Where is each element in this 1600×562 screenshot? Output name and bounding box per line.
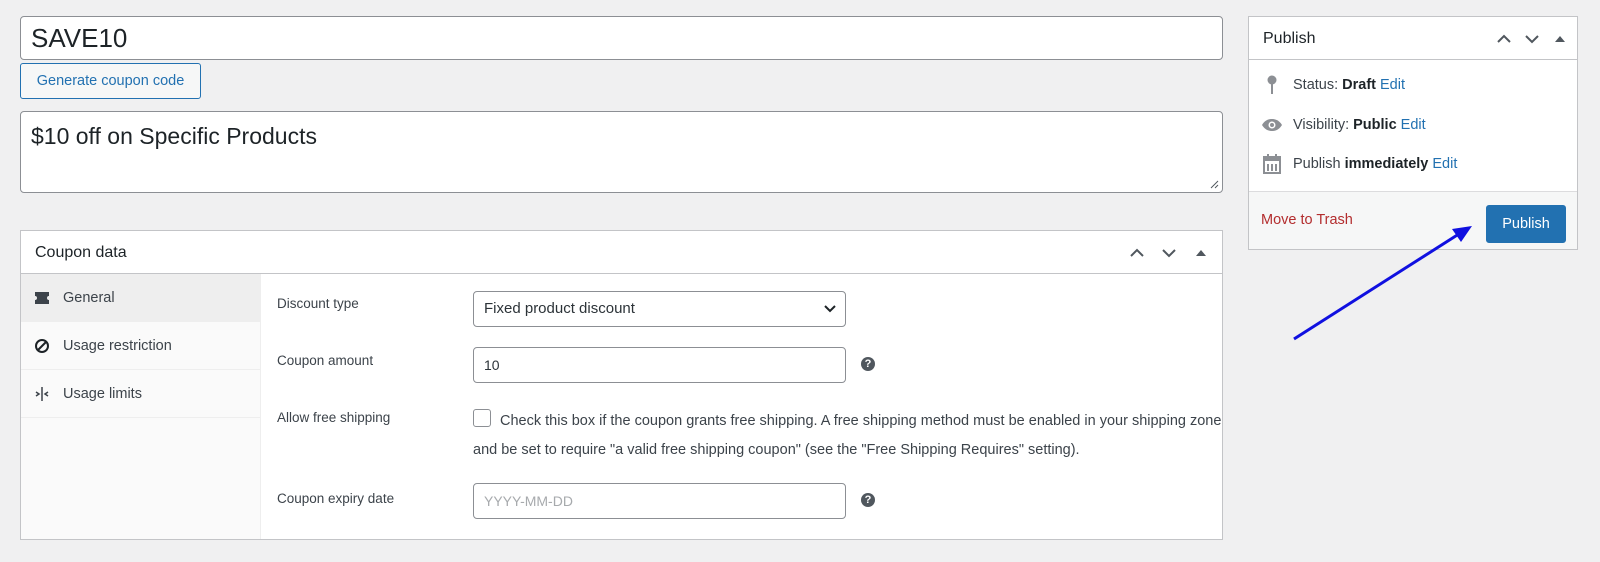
- annotation-arrow-icon: [1293, 226, 1472, 341]
